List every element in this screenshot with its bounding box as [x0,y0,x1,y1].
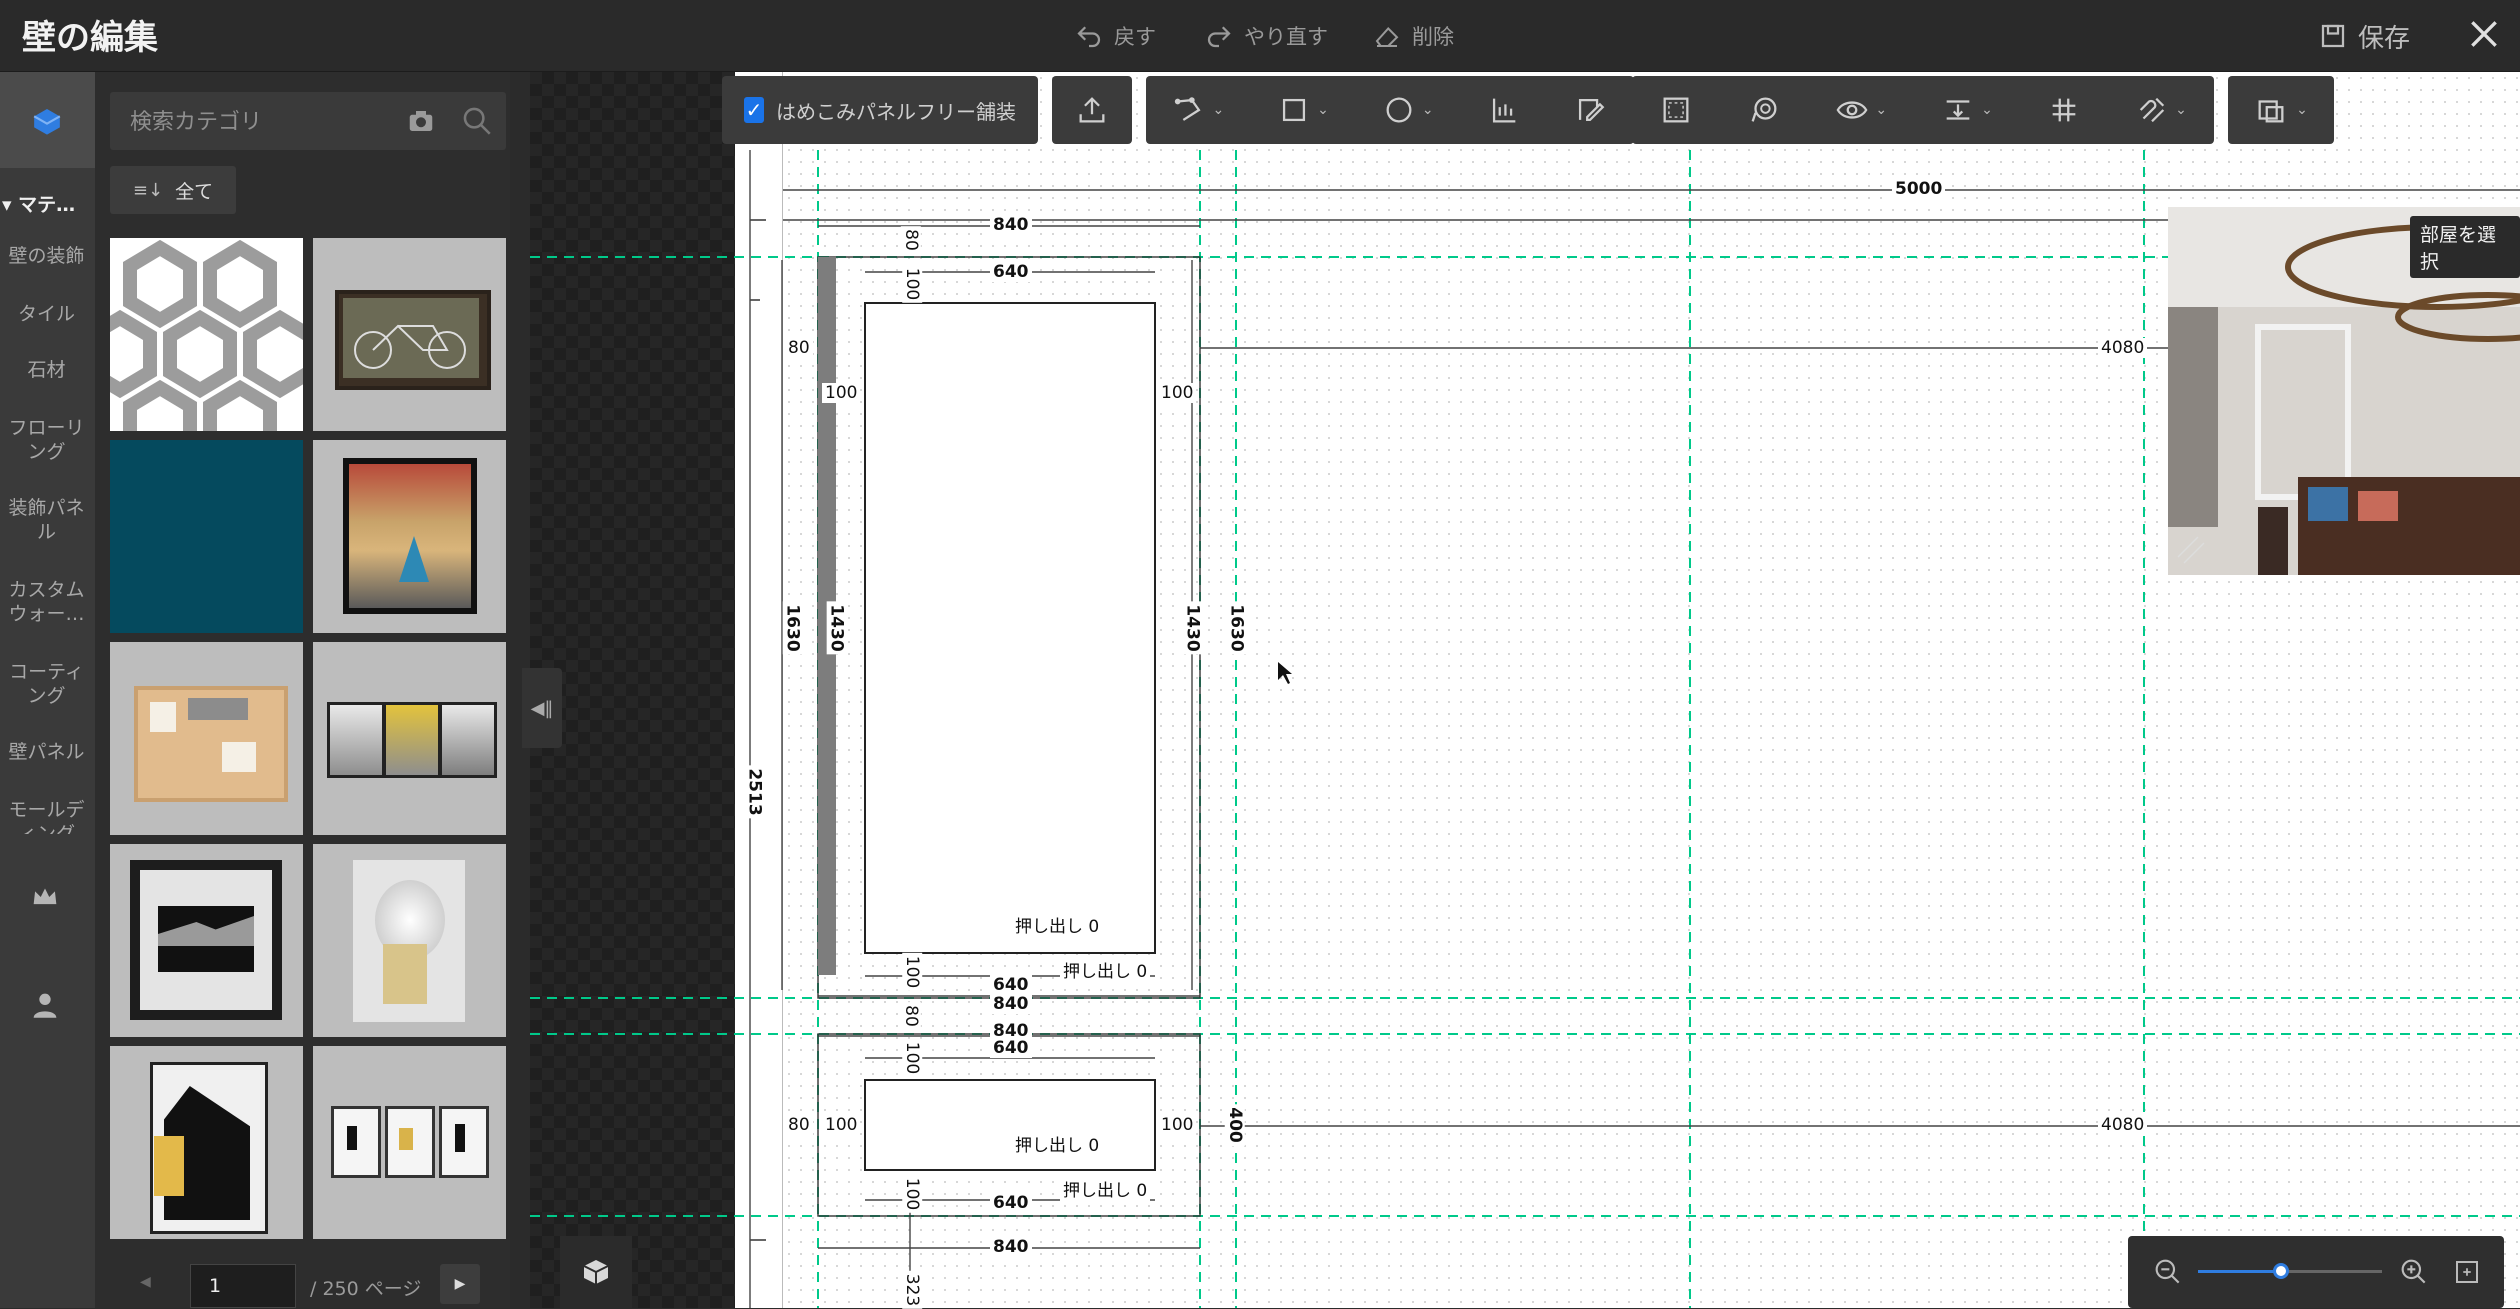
dim-frame-left: 80 [785,338,813,358]
dim-height-1430-left: 1430 [826,601,847,655]
fit-screen-icon[interactable] [2452,1257,2482,1287]
dim-margin-top-2: 100 [902,1038,923,1078]
dim-inner-width-2: 640 [990,1038,1032,1058]
extrude-label-2: 押し出し 0 [1060,962,1151,982]
zoom-slider-fill [2198,1270,2281,1273]
rectangle-icon [1283,98,1306,122]
select-room-label[interactable]: 部屋を選択 [2410,216,2520,278]
polyline-icon [1175,97,1202,121]
align-tool[interactable]: ⌄ [1941,76,1993,144]
chevron-down-icon: ⌄ [1421,102,1434,118]
circle-tool[interactable]: ⌄ [1382,76,1434,144]
dim-frame-top: 80 [900,226,921,254]
dim-margin-right: 100 [1158,383,1197,403]
dim-bottom-width: 840 [990,1237,1032,1257]
dim-overall-width: 5000 [1892,179,1946,199]
dim-left-2513: 2513 [744,765,765,819]
panel-free-toggle[interactable]: ✓ はめこみパネルフリー舗装 [722,76,1038,144]
dim-right-bottom: 4080 [2098,1115,2148,1135]
extrude-label-4: 押し出し 0 [1060,1181,1151,1201]
panel-free-label: はめこみパネルフリー舗装 [776,99,1016,124]
dim-top-width: 840 [990,215,1032,235]
grid-tool[interactable] [2047,76,2081,144]
edit-icon [1579,98,1605,122]
extrude-label-1: 押し出し 0 [1012,917,1103,937]
visibility-tool[interactable]: ⌄ [1835,76,1887,144]
chevron-down-icon: ⌄ [2175,102,2187,118]
chevron-down-icon: ⌄ [2296,102,2308,118]
dim-margin-right-2: 100 [1158,1115,1197,1135]
dim-margin-bottom-2: 100 [902,1174,923,1214]
zoom-out-icon[interactable] [2152,1256,2184,1288]
zoom-slider-handle[interactable] [2272,1263,2289,1279]
align-icon [1946,100,1970,120]
chevron-down-icon: ⌄ [1981,102,1993,118]
zoom-in-icon[interactable] [2398,1256,2430,1288]
dim-inner-width-bottom: 640 [990,975,1032,995]
dim-bottom-323: 323 [902,1270,923,1309]
dim-width-mid-1: 840 [990,994,1032,1014]
upload-button[interactable] [1052,76,1132,144]
cube-icon [583,1260,609,1284]
draw-tool-group: ⌄ ⌄ ⌄ [1146,76,1634,144]
snap-tool[interactable]: ⌄ [2135,76,2187,144]
dim-margin-left: 100 [822,383,861,403]
upload-icon [1079,97,1105,123]
dim-height-1430-right: 1430 [1182,601,1203,655]
chevron-down-icon: ⌄ [1212,102,1225,118]
circle-icon [1386,97,1412,123]
divide-tool[interactable] [1487,76,1521,144]
zoom-slider-track[interactable] [2198,1263,2382,1279]
dim-height-1630-right: 1630 [1226,601,1247,655]
dim-margin-bottom-1: 100 [902,952,923,992]
layers-icon [2258,100,2284,123]
dim-margin-top: 100 [902,264,923,304]
dim-height-400: 400 [1224,1104,1245,1146]
extrude-label-3: 押し出し 0 [1012,1136,1103,1156]
dim-frame-left-2: 80 [785,1115,813,1135]
dim-right-top: 4080 [2098,338,2148,358]
dim-frame-mid: 80 [900,1002,921,1030]
view-tool-group: ⌄ ⌄ ⌄ [1632,76,2214,144]
dim-inner-width: 640 [990,262,1032,282]
chevron-down-icon: ⌄ [1317,102,1329,118]
3d-view-button[interactable] [560,1236,632,1308]
eye-icon [1836,101,1868,119]
dim-height-1630-left: 1630 [782,601,803,655]
chevron-down-icon: ⌄ [1875,102,1888,118]
polyline-tool[interactable]: ⌄ [1172,76,1224,144]
lasso-tool[interactable] [1747,76,1781,144]
divide-icon [1492,98,1515,123]
edit-tool[interactable] [1573,76,1607,144]
wall-drawing [530,150,2520,1308]
zoom-bar [2128,1236,2504,1308]
rectangle-tool[interactable]: ⌄ [1277,76,1329,144]
dim-inner-width-3: 640 [990,1193,1032,1213]
frame-icon [1663,97,1689,123]
lasso-icon [1751,97,1777,122]
panel-free-checkbox[interactable]: ✓ [744,97,764,123]
dim-margin-left-2: 100 [822,1115,861,1135]
layer-tool[interactable]: ⌄ [2228,76,2334,144]
fit-frame-tool[interactable] [1659,76,1693,144]
magnet-icon [2140,97,2165,123]
grid-icon [2052,98,2076,122]
